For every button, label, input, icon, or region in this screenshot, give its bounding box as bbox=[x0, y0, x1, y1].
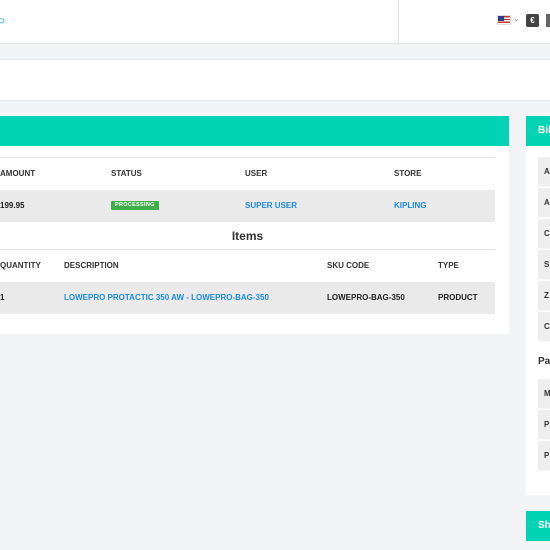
table-row: 199.95 PROCESSING SUPER USER KIPLING bbox=[0, 190, 495, 222]
column-description: DESCRIPTION bbox=[64, 261, 119, 270]
user-link[interactable]: SUPER USER bbox=[245, 190, 297, 222]
item-type: PRODUCT bbox=[438, 293, 478, 302]
navbar-divider bbox=[398, 0, 399, 43]
billing-row: C bbox=[538, 312, 550, 342]
status-cell: PROCESSING bbox=[111, 190, 159, 222]
items-table-header: QUANTITY DESCRIPTION SKU CODE TYPE bbox=[0, 249, 495, 282]
table-row: 1 LOWEPRO PROTACTIC 350 AW - LOWEPRO-BAG… bbox=[0, 282, 495, 314]
order-panel-header bbox=[0, 116, 509, 146]
currency-euro-button[interactable]: € bbox=[526, 14, 539, 27]
column-quantity: QUANTITY bbox=[0, 261, 41, 270]
billing-row: C bbox=[538, 219, 550, 249]
order-panel: AMOUNT STATUS USER STORE 199.95 PROCESSI… bbox=[0, 116, 509, 334]
column-status: STATUS bbox=[111, 169, 142, 178]
billing-row: S bbox=[538, 250, 550, 280]
shipping-panel-header: Sh bbox=[526, 511, 550, 541]
column-user: USER bbox=[245, 169, 268, 178]
item-quantity: 1 bbox=[0, 293, 5, 302]
order-table-header: AMOUNT STATUS USER STORE bbox=[0, 157, 495, 190]
nav-toggle-icon[interactable]: ⊃ bbox=[0, 16, 5, 27]
payment-section-title: Pa bbox=[538, 356, 550, 367]
page-subheader bbox=[0, 59, 550, 101]
top-navbar: ⊃ ⌄ € bbox=[0, 0, 550, 44]
user-menu-icon[interactable] bbox=[546, 14, 550, 27]
payment-row: P bbox=[538, 441, 550, 471]
items-title: Items bbox=[231, 229, 264, 243]
store-link[interactable]: KIPLING bbox=[394, 190, 426, 222]
billing-row: A bbox=[538, 157, 550, 187]
billing-row: A bbox=[538, 188, 550, 218]
column-type: TYPE bbox=[438, 261, 459, 270]
order-amount: 199.95 bbox=[0, 201, 25, 210]
billing-panel-header: Bil bbox=[526, 116, 550, 146]
us-flag-icon[interactable] bbox=[497, 15, 511, 25]
item-description-link[interactable]: LOWEPRO PROTACTIC 350 AW - LOWEPRO-BAG-3… bbox=[64, 282, 269, 314]
column-store: STORE bbox=[394, 169, 422, 178]
billing-panel: Bil A A C S Z C Pa M P P bbox=[526, 116, 550, 495]
chevron-down-icon[interactable]: ⌄ bbox=[513, 14, 520, 23]
status-badge: PROCESSING bbox=[111, 201, 159, 211]
payment-row: P bbox=[538, 410, 550, 440]
column-sku-code: SKU CODE bbox=[327, 261, 370, 270]
column-amount: AMOUNT bbox=[0, 169, 36, 178]
payment-row: M bbox=[538, 379, 550, 409]
billing-row: Z bbox=[538, 281, 550, 311]
item-sku: LOWEPRO-BAG-350 bbox=[327, 293, 405, 302]
